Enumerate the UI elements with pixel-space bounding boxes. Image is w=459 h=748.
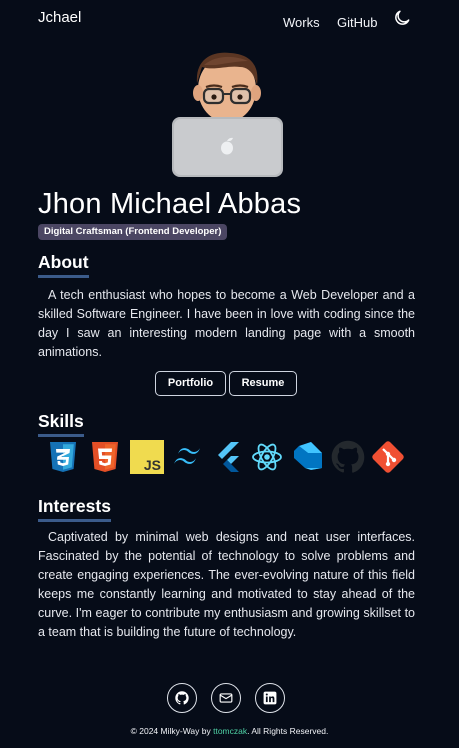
footer-author-link[interactable]: ttomczak <box>213 726 247 736</box>
nav-link-works[interactable]: Works <box>283 15 320 30</box>
github-icon <box>175 691 189 705</box>
navbar: Jchael Works GitHub <box>0 0 459 44</box>
mail-social-link[interactable] <box>211 683 241 713</box>
linkedin-icon <box>263 691 277 705</box>
nav-link-github[interactable]: GitHub <box>337 15 377 30</box>
about-text: A tech enthusiast who hopes to become a … <box>38 288 415 359</box>
github-social-link[interactable] <box>167 683 197 713</box>
portfolio-button[interactable]: Portfolio <box>155 371 226 396</box>
flutter-icon <box>218 442 239 472</box>
resume-button[interactable]: Resume <box>229 371 297 396</box>
html5-icon <box>92 442 118 472</box>
tailwind-icon <box>174 448 200 464</box>
interests-heading: Interests <box>38 496 111 522</box>
moon-icon <box>395 10 410 25</box>
css3-icon <box>50 442 76 472</box>
dart-icon <box>294 442 322 470</box>
avatar <box>172 52 283 177</box>
interests-text: Captivated by minimal web designs and ne… <box>38 530 415 639</box>
page-title: Jhon Michael Abbas <box>38 188 302 220</box>
mail-icon <box>219 693 233 703</box>
brand-link[interactable]: Jchael <box>38 9 81 26</box>
footer-suffix: . All Rights Reserved. <box>247 726 329 736</box>
role-badge: Digital Craftsman (Frontend Developer) <box>38 224 228 240</box>
github-icon <box>331 440 365 473</box>
about-heading: About <box>38 252 89 278</box>
linkedin-social-link[interactable] <box>255 683 285 713</box>
javascript-icon: JS <box>130 440 164 474</box>
git-icon <box>372 441 404 473</box>
theme-toggle-button[interactable] <box>392 8 412 28</box>
react-icon <box>252 443 282 471</box>
skills-heading: Skills <box>38 411 84 437</box>
footer: © 2024 Milky-Way by ttomczak. All Rights… <box>0 726 459 736</box>
svg-text:JS: JS <box>144 457 161 473</box>
footer-prefix: © 2024 Milky-Way by <box>130 726 214 736</box>
